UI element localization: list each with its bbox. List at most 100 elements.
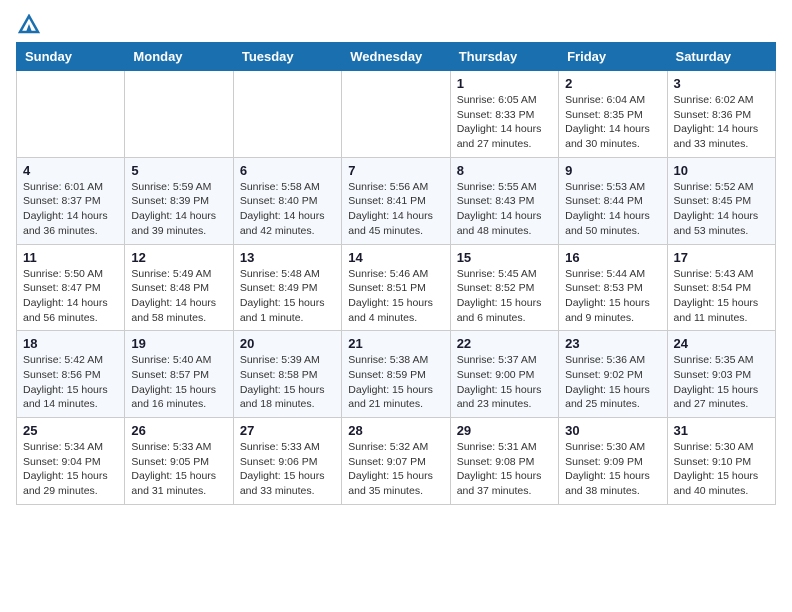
day-cell: 13Sunrise: 5:48 AMSunset: 8:49 PMDayligh… [233, 244, 341, 331]
day-info: Sunrise: 6:01 AMSunset: 8:37 PMDaylight:… [23, 180, 118, 239]
day-cell: 17 Sunrise: 5:43 AMSunset: 8:54 PMDayligh… [667, 244, 775, 331]
day-cell [17, 71, 125, 158]
day-number: 31 [674, 423, 769, 438]
day-cell: 18 Sunrise: 5:42 AMSunset: 8:56 PMDayligh… [17, 331, 125, 418]
day-cell [342, 71, 450, 158]
calendar-table: SundayMondayTuesdayWednesdayThursdayFrid… [16, 42, 776, 505]
day-info: Sunrise: 5:33 AMSunset: 9:05 PMDaylight:… [131, 440, 226, 499]
day-number: 19 [131, 336, 226, 351]
day-number: 15 [457, 250, 552, 265]
day-cell: 23 Sunrise: 5:36 AMSunset: 9:02 PMDayligh… [559, 331, 667, 418]
day-cell: 7 Sunrise: 5:56 AMSunset: 8:41 PMDaylight… [342, 157, 450, 244]
day-cell: 25 Sunrise: 5:34 AMSunset: 9:04 PMDayligh… [17, 418, 125, 505]
day-number: 18 [23, 336, 118, 351]
day-info: Sunrise: 5:53 AMSunset: 8:44 PMDaylight:… [565, 180, 660, 239]
day-cell: 30 Sunrise: 5:30 AMSunset: 9:09 PMDayligh… [559, 418, 667, 505]
day-cell: 28 Sunrise: 5:32 AMSunset: 9:07 PMDayligh… [342, 418, 450, 505]
day-info: Sunrise: 5:35 AMSunset: 9:03 PMDaylight:… [674, 353, 769, 412]
day-number: 16 [565, 250, 660, 265]
day-info: Sunrise: 5:34 AMSunset: 9:04 PMDaylight:… [23, 440, 118, 499]
day-info: Sunrise: 5:56 AMSunset: 8:41 PMDaylight:… [348, 180, 443, 239]
day-number: 2 [565, 76, 660, 91]
day-info: Sunrise: 5:36 AMSunset: 9:02 PMDaylight:… [565, 353, 660, 412]
day-number: 23 [565, 336, 660, 351]
day-cell: 21Sunrise: 5:38 AMSunset: 8:59 PMDayligh… [342, 331, 450, 418]
day-info: Sunrise: 5:42 AMSunset: 8:56 PMDaylight:… [23, 353, 118, 412]
day-number: 10 [674, 163, 769, 178]
weekday-header-sunday: Sunday [17, 43, 125, 71]
day-number: 17 [674, 250, 769, 265]
day-info: Sunrise: 5:44 AMSunset: 8:53 PMDaylight:… [565, 267, 660, 326]
day-info: Sunrise: 5:33 AMSunset: 9:06 PMDaylight:… [240, 440, 335, 499]
day-info: Sunrise: 6:05 AMSunset: 8:33 PMDaylight:… [457, 93, 552, 152]
weekday-header-tuesday: Tuesday [233, 43, 341, 71]
day-number: 11 [23, 250, 118, 265]
day-cell: 12 Sunrise: 5:49 AMSunset: 8:48 PMDayligh… [125, 244, 233, 331]
weekday-header-friday: Friday [559, 43, 667, 71]
week-row-2: 4 Sunrise: 6:01 AMSunset: 8:37 PMDaylight… [17, 157, 776, 244]
day-info: Sunrise: 5:59 AMSunset: 8:39 PMDaylight:… [131, 180, 226, 239]
day-number: 5 [131, 163, 226, 178]
weekday-header-wednesday: Wednesday [342, 43, 450, 71]
day-info: Sunrise: 5:40 AMSunset: 8:57 PMDaylight:… [131, 353, 226, 412]
day-info: Sunrise: 5:32 AMSunset: 9:07 PMDaylight:… [348, 440, 443, 499]
day-number: 1 [457, 76, 552, 91]
weekday-header-saturday: Saturday [667, 43, 775, 71]
day-info: Sunrise: 5:30 AMSunset: 9:09 PMDaylight:… [565, 440, 660, 499]
day-info: Sunrise: 5:31 AMSunset: 9:08 PMDaylight:… [457, 440, 552, 499]
day-number: 30 [565, 423, 660, 438]
day-cell: 16 Sunrise: 5:44 AMSunset: 8:53 PMDayligh… [559, 244, 667, 331]
day-cell: 3 Sunrise: 6:02 AMSunset: 8:36 PMDaylight… [667, 71, 775, 158]
day-number: 8 [457, 163, 552, 178]
day-info: Sunrise: 5:38 AMSunset: 8:59 PMDaylight:… [348, 353, 443, 412]
day-cell: 24 Sunrise: 5:35 AMSunset: 9:03 PMDayligh… [667, 331, 775, 418]
day-number: 7 [348, 163, 443, 178]
day-cell: 6 Sunrise: 5:58 AMSunset: 8:40 PMDaylight… [233, 157, 341, 244]
day-number: 6 [240, 163, 335, 178]
day-cell: 9Sunrise: 5:53 AMSunset: 8:44 PMDaylight… [559, 157, 667, 244]
day-number: 3 [674, 76, 769, 91]
page-header [16, 16, 776, 32]
day-number: 28 [348, 423, 443, 438]
day-number: 29 [457, 423, 552, 438]
day-cell: 2 Sunrise: 6:04 AMSunset: 8:35 PMDaylight… [559, 71, 667, 158]
day-info: Sunrise: 5:50 AMSunset: 8:47 PMDaylight:… [23, 267, 118, 326]
day-cell: 19 Sunrise: 5:40 AMSunset: 8:57 PMDayligh… [125, 331, 233, 418]
weekday-header-thursday: Thursday [450, 43, 558, 71]
day-number: 25 [23, 423, 118, 438]
day-info: Sunrise: 5:43 AMSunset: 8:54 PMDaylight:… [674, 267, 769, 326]
week-row-1: 1 Sunrise: 6:05 AMSunset: 8:33 PMDaylight… [17, 71, 776, 158]
day-cell: 20Sunrise: 5:39 AMSunset: 8:58 PMDayligh… [233, 331, 341, 418]
day-cell: 4 Sunrise: 6:01 AMSunset: 8:37 PMDaylight… [17, 157, 125, 244]
day-info: Sunrise: 5:48 AMSunset: 8:49 PMDaylight:… [240, 267, 335, 326]
day-info: Sunrise: 5:39 AMSunset: 8:58 PMDaylight:… [240, 353, 335, 412]
day-cell [233, 71, 341, 158]
day-info: Sunrise: 5:46 AMSunset: 8:51 PMDaylight:… [348, 267, 443, 326]
day-number: 12 [131, 250, 226, 265]
day-cell: 15 Sunrise: 5:45 AMSunset: 8:52 PMDayligh… [450, 244, 558, 331]
day-number: 27 [240, 423, 335, 438]
day-info: Sunrise: 5:45 AMSunset: 8:52 PMDaylight:… [457, 267, 552, 326]
day-info: Sunrise: 6:04 AMSunset: 8:35 PMDaylight:… [565, 93, 660, 152]
logo-icon [18, 14, 40, 34]
day-cell: 29 Sunrise: 5:31 AMSunset: 9:08 PMDayligh… [450, 418, 558, 505]
logo [16, 16, 40, 32]
day-cell [125, 71, 233, 158]
week-row-3: 11 Sunrise: 5:50 AMSunset: 8:47 PMDayligh… [17, 244, 776, 331]
day-cell: 31Sunrise: 5:30 AMSunset: 9:10 PMDayligh… [667, 418, 775, 505]
day-number: 4 [23, 163, 118, 178]
day-cell: 14 Sunrise: 5:46 AMSunset: 8:51 PMDayligh… [342, 244, 450, 331]
day-cell: 1 Sunrise: 6:05 AMSunset: 8:33 PMDaylight… [450, 71, 558, 158]
weekday-header-monday: Monday [125, 43, 233, 71]
day-info: Sunrise: 5:52 AMSunset: 8:45 PMDaylight:… [674, 180, 769, 239]
day-number: 26 [131, 423, 226, 438]
day-number: 24 [674, 336, 769, 351]
day-cell: 5 Sunrise: 5:59 AMSunset: 8:39 PMDaylight… [125, 157, 233, 244]
day-number: 14 [348, 250, 443, 265]
day-info: Sunrise: 6:02 AMSunset: 8:36 PMDaylight:… [674, 93, 769, 152]
day-info: Sunrise: 5:49 AMSunset: 8:48 PMDaylight:… [131, 267, 226, 326]
day-number: 22 [457, 336, 552, 351]
day-cell: 11 Sunrise: 5:50 AMSunset: 8:47 PMDayligh… [17, 244, 125, 331]
day-info: Sunrise: 5:58 AMSunset: 8:40 PMDaylight:… [240, 180, 335, 239]
day-info: Sunrise: 5:55 AMSunset: 8:43 PMDaylight:… [457, 180, 552, 239]
